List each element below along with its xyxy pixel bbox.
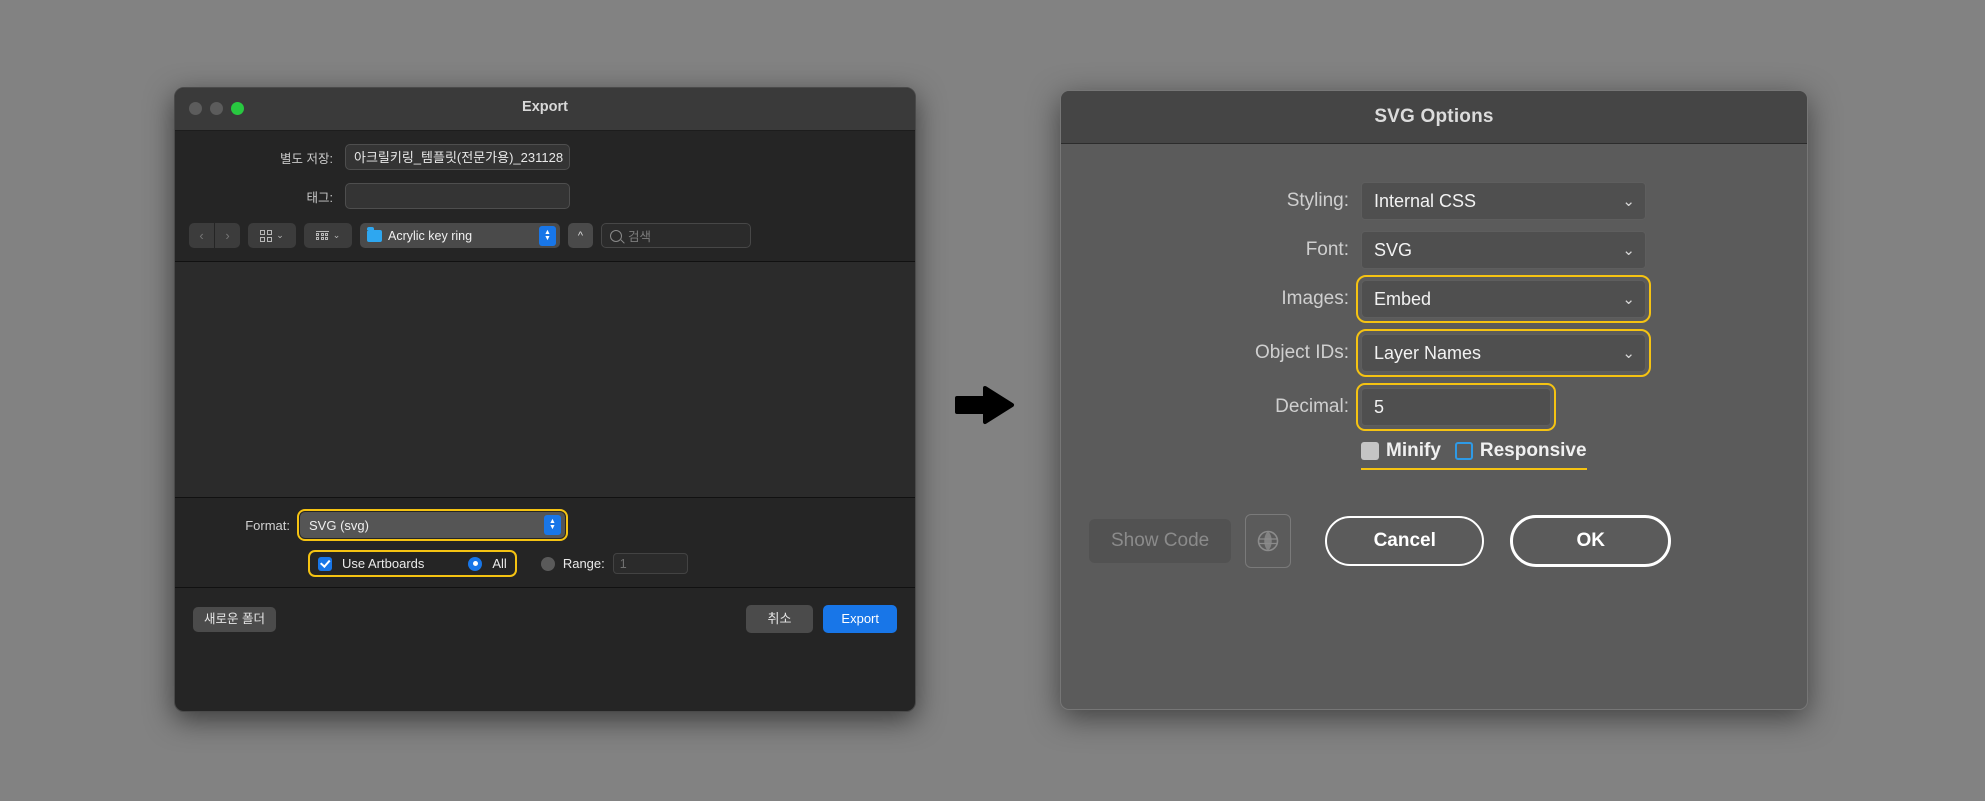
icon-view-button[interactable]: ⌄ [248, 223, 296, 248]
responsive-item[interactable]: Responsive [1454, 440, 1587, 462]
export-dialog-title: Export [522, 99, 568, 115]
back-icon[interactable]: ‹ [189, 223, 214, 248]
styling-row: Styling: Internal CSS ⌄ [1061, 182, 1807, 220]
forward-icon[interactable]: › [215, 223, 240, 248]
location-dropdown[interactable]: Acrylic key ring ▲ ▼ [360, 223, 560, 248]
all-radio[interactable] [468, 556, 483, 571]
chevron-down-icon: ⌄ [1622, 291, 1635, 308]
save-as-input[interactable]: 아크릴키링_템플릿(전문가용)_231128 [345, 144, 570, 170]
search-field[interactable]: 검색 [601, 223, 751, 248]
tags-row: 태그: [175, 183, 915, 209]
save-as-row: 별도 저장: 아크릴키링_템플릿(전문가용)_231128 [175, 144, 915, 170]
styling-dropdown[interactable]: Internal CSS ⌄ [1361, 182, 1646, 220]
decimal-row: Decimal: 5 [1061, 383, 1807, 431]
range-label: Range: [562, 556, 605, 571]
format-label: Format: [245, 517, 290, 533]
minify-label: Minify [1386, 440, 1441, 461]
images-label: Images: [1281, 288, 1349, 309]
nav-buttons: ‹ › [189, 223, 240, 248]
column-view-icon [315, 230, 329, 241]
file-browser-toolbar: ‹ › ⌄ ⌄ Acrylic key ring ▲ ▼ ^ 검색 [175, 209, 915, 262]
font-row: Font: SVG ⌄ [1061, 231, 1807, 269]
svg-options-footer: Show Code Cancel OK [1061, 514, 1807, 568]
decimal-label: Decimal: [1275, 396, 1349, 417]
use-artboards-checkbox[interactable] [318, 556, 332, 571]
new-folder-button[interactable]: 새로운 폴더 [193, 606, 276, 632]
right-arrow-icon [955, 385, 1015, 425]
svg-options-body: Styling: Internal CSS ⌄ Font: SVG ⌄ Imag… [1061, 144, 1807, 568]
expand-button[interactable]: ^ [568, 223, 593, 248]
cancel-button[interactable]: 취소 [745, 605, 814, 633]
styling-value: Internal CSS [1374, 190, 1477, 211]
svg-options-dialog: SVG Options Styling: Internal CSS ⌄ Font… [1060, 90, 1808, 710]
chevron-down-icon: ⌄ [1622, 345, 1635, 362]
use-artboards-group: Use Artboards All [308, 550, 517, 577]
object-ids-row: Object IDs: Layer Names ⌄ [1061, 329, 1807, 377]
decimal-input[interactable]: 5 [1356, 383, 1556, 431]
grid-view-icon [260, 229, 273, 242]
responsive-checkbox[interactable] [1454, 442, 1473, 460]
preview-in-browser-button[interactable] [1245, 514, 1292, 568]
images-row: Images: Embed ⌄ [1061, 275, 1807, 323]
all-label: All [492, 556, 507, 571]
font-label: Font: [1305, 239, 1349, 260]
file-list-area[interactable] [175, 262, 915, 498]
svg-options-title: SVG Options [1374, 106, 1494, 127]
responsive-label: Responsive [1479, 440, 1587, 461]
search-icon [610, 229, 622, 242]
object-ids-value: Layer Names [1374, 342, 1482, 363]
format-section: Format: SVG (svg) ▲▼ Use Artboards All [175, 498, 915, 588]
object-ids-dropdown[interactable]: Layer Names ⌄ [1356, 329, 1651, 377]
stepper-icon: ▲ ▼ [539, 225, 556, 246]
cancel-button[interactable]: Cancel [1325, 516, 1485, 566]
minify-item[interactable]: Minify [1361, 440, 1441, 462]
artboards-row: Use Artboards All Range: 1 [175, 550, 915, 577]
checkbox-group: Minify Responsive [1361, 440, 1587, 470]
export-button[interactable]: Export [823, 605, 897, 633]
globe-icon [1257, 530, 1279, 552]
range-group: Range: 1 [540, 553, 688, 574]
search-placeholder: 검색 [628, 230, 652, 244]
checkbox-row: Minify Responsive [1061, 440, 1807, 470]
save-as-label: 별도 저장: [280, 151, 333, 166]
ok-button[interactable]: OK [1510, 515, 1672, 567]
styling-label: Styling: [1286, 190, 1349, 211]
format-value: SVG (svg) [309, 517, 369, 533]
export-titlebar: Export [175, 88, 915, 131]
chevron-down-icon: ⌄ [332, 230, 341, 240]
object-ids-label: Object IDs: [1255, 342, 1349, 363]
font-dropdown[interactable]: SVG ⌄ [1361, 231, 1646, 269]
stepper-icon: ▲ ▼ [544, 515, 561, 535]
minify-checkbox[interactable] [1361, 442, 1379, 460]
chevron-down-icon: ⌄ [1622, 193, 1635, 210]
font-value: SVG [1374, 239, 1413, 260]
export-dialog-body: 별도 저장: 아크릴키링_템플릿(전문가용)_231128 태그: ‹ › ⌄ … [175, 144, 915, 650]
svg-options-titlebar: SVG Options [1061, 91, 1807, 144]
tags-input[interactable] [345, 183, 570, 209]
folder-icon [367, 227, 382, 242]
list-view-button[interactable]: ⌄ [304, 223, 352, 248]
export-footer: 새로운 폴더 취소 Export [175, 588, 915, 650]
format-row: Format: SVG (svg) ▲ ▼ [175, 509, 915, 541]
export-dialog: Export 별도 저장: 아크릴키링_템플릿(전문가용)_231128 태그:… [174, 87, 916, 712]
range-input[interactable]: 1 [612, 553, 688, 574]
show-code-button[interactable]: Show Code [1089, 518, 1232, 564]
images-value: Embed [1374, 288, 1432, 309]
format-dropdown[interactable]: SVG (svg) ▲ ▼ [297, 509, 568, 541]
chevron-down-icon: ⌄ [1622, 242, 1635, 259]
location-name: Acrylic key ring [388, 228, 473, 243]
range-radio[interactable] [540, 556, 555, 571]
use-artboards-label: Use Artboards [342, 556, 425, 571]
chevron-down-icon: ⌄ [276, 230, 284, 240]
images-dropdown[interactable]: Embed ⌄ [1356, 275, 1651, 323]
tags-label: 태그: [306, 190, 333, 205]
